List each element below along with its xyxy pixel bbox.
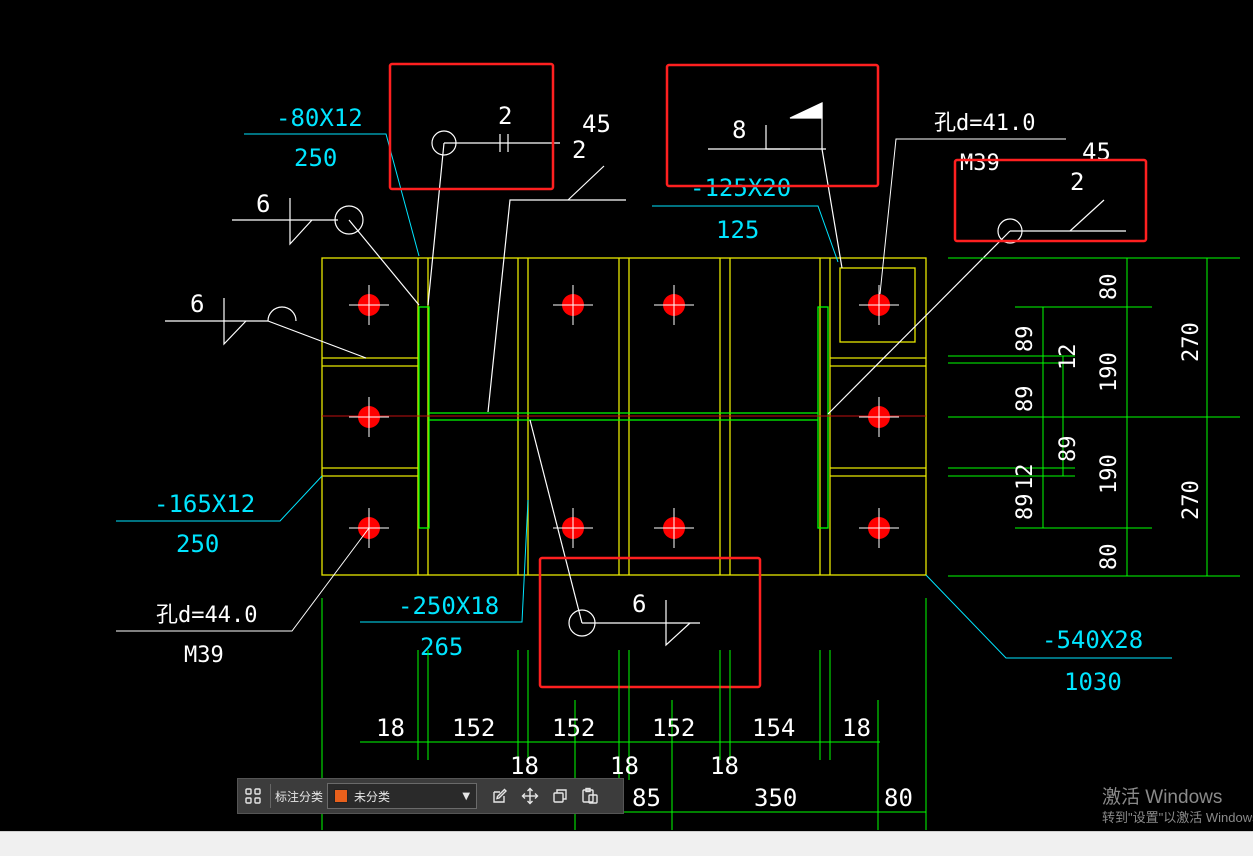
- dim-154: 154: [752, 714, 795, 742]
- dim-12: 12: [1013, 464, 1038, 491]
- move-icon[interactable]: [515, 781, 545, 811]
- plate-b-size: -125X20: [690, 174, 791, 202]
- weld-angle: 45: [1082, 138, 1111, 166]
- edit-icon[interactable]: [485, 781, 515, 811]
- copy-icon[interactable]: [545, 781, 575, 811]
- chevron-down-icon: ▼: [462, 790, 471, 802]
- bolt-hole: [553, 285, 593, 325]
- dim-350: 350: [754, 784, 797, 812]
- dim-18: 18: [710, 752, 739, 780]
- plate-d-length: 265: [420, 633, 463, 661]
- plate-a-size: -80X12: [276, 104, 363, 132]
- plate-e-size: -540X28: [1042, 626, 1143, 654]
- dim-89: 89: [1013, 494, 1038, 521]
- dim-89: 89: [1013, 386, 1038, 413]
- category-select[interactable]: 未分类 ▼: [327, 783, 478, 809]
- plate-a-length: 250: [294, 144, 337, 172]
- bolt-hole: [349, 285, 389, 325]
- plate-c-length: 250: [176, 530, 219, 558]
- paste-icon[interactable]: [575, 781, 605, 811]
- dim-80-bottom: 80: [1097, 544, 1122, 571]
- dim-18: 18: [610, 752, 639, 780]
- bolt-hole: [349, 397, 389, 437]
- grid-icon[interactable]: [238, 781, 268, 811]
- dim-80: 80: [884, 784, 913, 812]
- bolt-hole: [859, 397, 899, 437]
- bolt-hole: [654, 508, 694, 548]
- dim-89: 89: [1013, 326, 1038, 353]
- watermark-title: 激活 Windows: [1102, 787, 1223, 808]
- dim-270-bottom: 270: [1179, 480, 1204, 520]
- right-dimension-lines: [948, 257, 1240, 577]
- plate-b-length: 125: [716, 216, 759, 244]
- hole-right-diameter: 孔d=41.0: [934, 111, 1035, 136]
- category-label: 标注分类: [275, 789, 324, 804]
- watermark-subtitle: 转到"设置"以激活 Windows。: [1102, 810, 1253, 825]
- plate-e-length: 1030: [1064, 668, 1122, 696]
- dim-152: 152: [452, 714, 495, 742]
- dim-80-top: 80: [1097, 274, 1122, 301]
- bottom-status-strip: [0, 831, 1253, 856]
- dim-152: 152: [652, 714, 695, 742]
- bolt-hole: [859, 285, 899, 325]
- category-value: 未分类: [354, 789, 391, 804]
- dim-152: 152: [552, 714, 595, 742]
- right-dimension-text: 80 190 190 80 270 270 89 89 89 89 12 12: [1013, 274, 1204, 571]
- dim-190-top: 190: [1097, 352, 1122, 392]
- annotation-toolbar: 标注分类 未分类 ▼: [237, 778, 624, 814]
- weld-size: 6: [632, 590, 646, 618]
- weld-size: 6: [256, 190, 270, 218]
- hole-right-bolt: M39: [960, 151, 1000, 176]
- hole-labels: 孔d=44.0 M39 孔d=41.0 M39: [156, 111, 1035, 668]
- activation-watermark: 激活 Windows 转到"设置"以激活 Windows。: [1102, 787, 1253, 827]
- dim-12: 12: [1056, 344, 1081, 371]
- toolbar-divider: [270, 784, 271, 808]
- weld-size: 2: [572, 136, 586, 164]
- hole-left-diameter: 孔d=44.0: [156, 603, 257, 628]
- dim-85: 85: [632, 784, 661, 812]
- dim-270-top: 270: [1179, 322, 1204, 362]
- weld-angle: 45: [582, 110, 611, 138]
- bolt-hole: [654, 285, 694, 325]
- plate-labels: -80X12 250 -125X20 125 -165X12 250 -250X…: [154, 104, 1143, 696]
- weld-labels: 2 45 2 8 45 2 6 6 6: [190, 102, 1111, 618]
- highlight-box: [388, 62, 555, 191]
- bolt-hole: [553, 508, 593, 548]
- highlight-boxes: [388, 62, 1148, 689]
- weld-size: 8: [732, 116, 746, 144]
- stiffener-plates: [418, 306, 829, 529]
- weld-size: 2: [498, 102, 512, 130]
- dim-18: 18: [376, 714, 405, 742]
- weld-size: 6: [190, 290, 204, 318]
- bolt-hole: [859, 508, 899, 548]
- dim-190-bottom: 190: [1097, 454, 1122, 494]
- weld-size: 2: [1070, 168, 1084, 196]
- hole-left-bolt: M39: [184, 643, 224, 668]
- category-color-swatch: [334, 789, 349, 803]
- dim-18: 18: [510, 752, 539, 780]
- dim-89: 89: [1056, 436, 1081, 463]
- weld-symbols: [165, 102, 1126, 647]
- dim-18: 18: [842, 714, 871, 742]
- plate-c-size: -165X12: [154, 490, 255, 518]
- plate-d-size: -250X18: [398, 592, 499, 620]
- cad-drawing-canvas[interactable]: -80X12 250 -125X20 125 -165X12 250 -250X…: [0, 0, 1253, 855]
- highlight-box: [665, 63, 880, 188]
